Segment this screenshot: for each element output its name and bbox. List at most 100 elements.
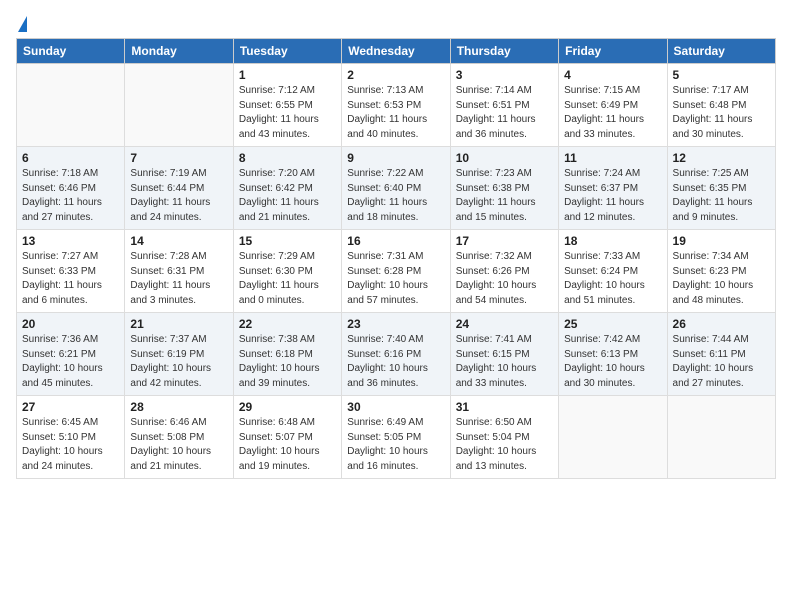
calendar-day-20: 20Sunrise: 7:36 AMSunset: 6:21 PMDayligh… bbox=[17, 313, 125, 396]
calendar-header-monday: Monday bbox=[125, 39, 233, 64]
day-number: 21 bbox=[130, 317, 227, 331]
day-info: Sunrise: 7:37 AMSunset: 6:19 PMDaylight:… bbox=[130, 333, 227, 391]
day-info: Sunrise: 7:12 AMSunset: 6:55 PMDaylight:… bbox=[239, 84, 336, 142]
calendar-day-11: 11 Sunrise: 7:24 AMSunset: 6:37 PMDayligh… bbox=[559, 147, 667, 230]
calendar-week-2: 6 Sunrise: 7:18 AMSunset: 6:46 PMDaylight… bbox=[17, 147, 776, 230]
day-number: 1 bbox=[239, 68, 336, 82]
calendar-day-10: 10 Sunrise: 7:23 AMSunset: 6:38 PMDayligh… bbox=[450, 147, 558, 230]
day-number: 29 bbox=[239, 400, 336, 414]
day-number: 13 bbox=[22, 234, 119, 248]
day-info: Sunrise: 7:22 AMSunset: 6:40 PMDaylight:… bbox=[347, 167, 444, 225]
day-info: Sunrise: 7:24 AMSunset: 6:37 PMDaylight:… bbox=[564, 167, 661, 225]
day-info: Sunrise: 7:19 AMSunset: 6:44 PMDaylight:… bbox=[130, 167, 227, 225]
day-info: Sunrise: 7:23 AMSunset: 6:38 PMDaylight:… bbox=[456, 167, 553, 225]
calendar-header-sunday: Sunday bbox=[17, 39, 125, 64]
day-info: Sunrise: 7:15 AMSunset: 6:49 PMDaylight:… bbox=[564, 84, 661, 142]
day-info: Sunrise: 6:49 AMSunset: 5:05 PMDaylight:… bbox=[347, 416, 444, 474]
day-info: Sunrise: 7:34 AMSunset: 6:23 PMDaylight:… bbox=[673, 250, 770, 308]
day-info: Sunrise: 7:29 AMSunset: 6:30 PMDaylight:… bbox=[239, 250, 336, 308]
day-number: 19 bbox=[673, 234, 770, 248]
calendar-day-8: 8 Sunrise: 7:20 AMSunset: 6:42 PMDaylight… bbox=[233, 147, 341, 230]
day-number: 18 bbox=[564, 234, 661, 248]
calendar-day-24: 24 Sunrise: 7:41 AMSunset: 6:15 PMDayligh… bbox=[450, 313, 558, 396]
calendar-day-27: 27 Sunrise: 6:45 AMSunset: 5:10 PMDayligh… bbox=[17, 396, 125, 479]
day-info: Sunrise: 7:25 AMSunset: 6:35 PMDaylight:… bbox=[673, 167, 770, 225]
calendar-day-21: 21 Sunrise: 7:37 AMSunset: 6:19 PMDayligh… bbox=[125, 313, 233, 396]
calendar-day-5: 5 Sunrise: 7:17 AMSunset: 6:48 PMDaylight… bbox=[667, 64, 775, 147]
day-info: Sunrise: 7:42 AMSunset: 6:13 PMDaylight:… bbox=[564, 333, 661, 391]
day-info: Sunrise: 7:41 AMSunset: 6:15 PMDaylight:… bbox=[456, 333, 553, 391]
day-number: 26 bbox=[673, 317, 770, 331]
calendar-day-7: 7 Sunrise: 7:19 AMSunset: 6:44 PMDaylight… bbox=[125, 147, 233, 230]
day-number: 16 bbox=[347, 234, 444, 248]
day-number: 31 bbox=[456, 400, 553, 414]
day-number: 9 bbox=[347, 151, 444, 165]
calendar-day-22: 22 Sunrise: 7:38 AMSunset: 6:18 PMDayligh… bbox=[233, 313, 341, 396]
calendar-header-friday: Friday bbox=[559, 39, 667, 64]
calendar-header-thursday: Thursday bbox=[450, 39, 558, 64]
day-number: 8 bbox=[239, 151, 336, 165]
day-number: 3 bbox=[456, 68, 553, 82]
calendar-week-3: 13 Sunrise: 7:27 AMSunset: 6:33 PMDayligh… bbox=[17, 230, 776, 313]
day-info: Sunrise: 6:50 AMSunset: 5:04 PMDaylight:… bbox=[456, 416, 553, 474]
calendar-day-23: 23Sunrise: 7:40 AMSunset: 6:16 PMDayligh… bbox=[342, 313, 450, 396]
calendar-header-saturday: Saturday bbox=[667, 39, 775, 64]
calendar-day-29: 29Sunrise: 6:48 AMSunset: 5:07 PMDayligh… bbox=[233, 396, 341, 479]
calendar-day-25: 25Sunrise: 7:42 AMSunset: 6:13 PMDayligh… bbox=[559, 313, 667, 396]
calendar-header-tuesday: Tuesday bbox=[233, 39, 341, 64]
day-info: Sunrise: 7:13 AMSunset: 6:53 PMDaylight:… bbox=[347, 84, 444, 142]
day-number: 11 bbox=[564, 151, 661, 165]
calendar-empty-cell bbox=[17, 64, 125, 147]
day-info: Sunrise: 7:17 AMSunset: 6:48 PMDaylight:… bbox=[673, 84, 770, 142]
day-info: Sunrise: 7:36 AMSunset: 6:21 PMDaylight:… bbox=[22, 333, 119, 391]
calendar-week-5: 27 Sunrise: 6:45 AMSunset: 5:10 PMDayligh… bbox=[17, 396, 776, 479]
day-number: 23 bbox=[347, 317, 444, 331]
calendar-day-15: 15Sunrise: 7:29 AMSunset: 6:30 PMDayligh… bbox=[233, 230, 341, 313]
calendar-day-17: 17 Sunrise: 7:32 AMSunset: 6:26 PMDayligh… bbox=[450, 230, 558, 313]
day-info: Sunrise: 6:45 AMSunset: 5:10 PMDaylight:… bbox=[22, 416, 119, 474]
calendar-day-26: 26Sunrise: 7:44 AMSunset: 6:11 PMDayligh… bbox=[667, 313, 775, 396]
calendar-header-wednesday: Wednesday bbox=[342, 39, 450, 64]
calendar-week-4: 20Sunrise: 7:36 AMSunset: 6:21 PMDayligh… bbox=[17, 313, 776, 396]
calendar-header-row: SundayMondayTuesdayWednesdayThursdayFrid… bbox=[17, 39, 776, 64]
day-info: Sunrise: 7:27 AMSunset: 6:33 PMDaylight:… bbox=[22, 250, 119, 308]
day-info: Sunrise: 7:28 AMSunset: 6:31 PMDaylight:… bbox=[130, 250, 227, 308]
day-info: Sunrise: 7:31 AMSunset: 6:28 PMDaylight:… bbox=[347, 250, 444, 308]
day-info: Sunrise: 7:20 AMSunset: 6:42 PMDaylight:… bbox=[239, 167, 336, 225]
calendar-day-13: 13 Sunrise: 7:27 AMSunset: 6:33 PMDayligh… bbox=[17, 230, 125, 313]
day-number: 6 bbox=[22, 151, 119, 165]
calendar-day-28: 28 Sunrise: 6:46 AMSunset: 5:08 PMDayligh… bbox=[125, 396, 233, 479]
calendar-day-2: 2 Sunrise: 7:13 AMSunset: 6:53 PMDaylight… bbox=[342, 64, 450, 147]
day-info: Sunrise: 7:14 AMSunset: 6:51 PMDaylight:… bbox=[456, 84, 553, 142]
day-number: 12 bbox=[673, 151, 770, 165]
day-info: Sunrise: 7:33 AMSunset: 6:24 PMDaylight:… bbox=[564, 250, 661, 308]
logo-triangle-icon bbox=[18, 16, 27, 32]
calendar-day-31: 31 Sunrise: 6:50 AMSunset: 5:04 PMDayligh… bbox=[450, 396, 558, 479]
calendar-day-3: 3 Sunrise: 7:14 AMSunset: 6:51 PMDaylight… bbox=[450, 64, 558, 147]
day-info: Sunrise: 7:38 AMSunset: 6:18 PMDaylight:… bbox=[239, 333, 336, 391]
calendar-week-1: 1 Sunrise: 7:12 AMSunset: 6:55 PMDaylight… bbox=[17, 64, 776, 147]
day-info: Sunrise: 7:32 AMSunset: 6:26 PMDaylight:… bbox=[456, 250, 553, 308]
day-number: 2 bbox=[347, 68, 444, 82]
calendar-day-4: 4Sunrise: 7:15 AMSunset: 6:49 PMDaylight… bbox=[559, 64, 667, 147]
calendar-day-6: 6 Sunrise: 7:18 AMSunset: 6:46 PMDaylight… bbox=[17, 147, 125, 230]
day-number: 27 bbox=[22, 400, 119, 414]
day-info: Sunrise: 6:46 AMSunset: 5:08 PMDaylight:… bbox=[130, 416, 227, 474]
calendar-empty-cell bbox=[667, 396, 775, 479]
calendar-day-19: 19 Sunrise: 7:34 AMSunset: 6:23 PMDayligh… bbox=[667, 230, 775, 313]
day-number: 7 bbox=[130, 151, 227, 165]
day-info: Sunrise: 7:18 AMSunset: 6:46 PMDaylight:… bbox=[22, 167, 119, 225]
day-number: 28 bbox=[130, 400, 227, 414]
calendar-day-16: 16 Sunrise: 7:31 AMSunset: 6:28 PMDayligh… bbox=[342, 230, 450, 313]
logo bbox=[16, 16, 27, 30]
calendar-empty-cell bbox=[559, 396, 667, 479]
calendar-day-9: 9 Sunrise: 7:22 AMSunset: 6:40 PMDaylight… bbox=[342, 147, 450, 230]
day-number: 10 bbox=[456, 151, 553, 165]
day-number: 24 bbox=[456, 317, 553, 331]
calendar-day-12: 12 Sunrise: 7:25 AMSunset: 6:35 PMDayligh… bbox=[667, 147, 775, 230]
day-number: 22 bbox=[239, 317, 336, 331]
day-number: 17 bbox=[456, 234, 553, 248]
calendar-day-30: 30Sunrise: 6:49 AMSunset: 5:05 PMDayligh… bbox=[342, 396, 450, 479]
day-number: 5 bbox=[673, 68, 770, 82]
calendar-day-1: 1 Sunrise: 7:12 AMSunset: 6:55 PMDaylight… bbox=[233, 64, 341, 147]
